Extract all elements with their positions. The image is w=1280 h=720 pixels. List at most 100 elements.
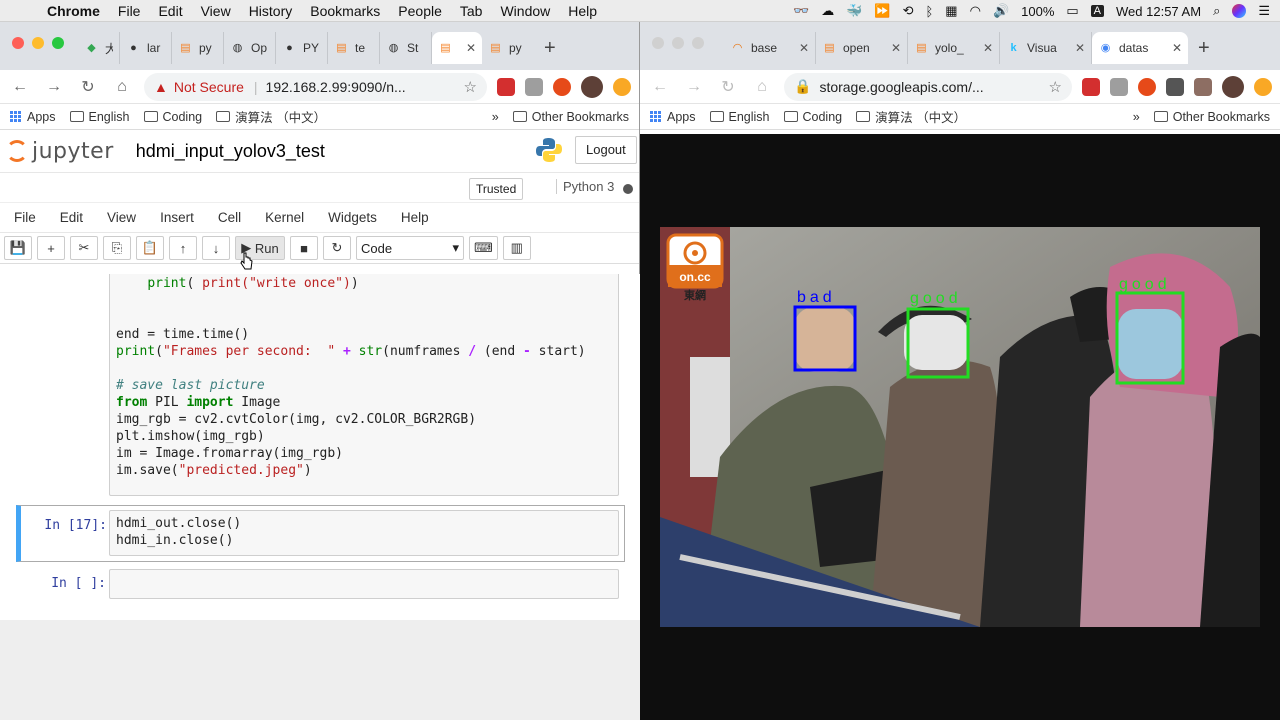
copy-button[interactable]: ⎘: [103, 236, 131, 260]
jmenu-edit[interactable]: Edit: [60, 210, 95, 225]
menu-app-name[interactable]: Chrome: [38, 3, 109, 19]
cell-input[interactable]: hdmi_out.close() hdmi_in.close(): [109, 510, 619, 556]
save-button[interactable]: 💾: [4, 236, 32, 260]
close-tab-icon[interactable]: ✕: [1172, 41, 1182, 55]
glasses-icon[interactable]: 👓: [793, 3, 809, 19]
bluetooth-icon[interactable]: ᛒ: [925, 4, 933, 19]
jmenu-view[interactable]: View: [107, 210, 148, 225]
chart-icon[interactable]: ▥: [502, 236, 531, 260]
tab[interactable]: ▤ py: [482, 32, 534, 64]
update-icon[interactable]: [1254, 77, 1272, 96]
home-icon[interactable]: ⌂: [110, 78, 134, 96]
code-cell[interactable]: print( print("write once")) end = time.t…: [16, 274, 625, 498]
trusted-badge[interactable]: Trusted: [469, 178, 524, 200]
update-icon[interactable]: [613, 77, 631, 96]
back-icon[interactable]: ←: [8, 78, 32, 96]
bookmark-algorithms[interactable]: 演算法 （中文）: [856, 107, 966, 126]
tab-active[interactable]: ▤ ✕: [432, 32, 482, 64]
logout-button[interactable]: Logout: [575, 136, 637, 164]
bookmark-apps[interactable]: Apps: [650, 110, 696, 124]
reload-icon[interactable]: ↻: [716, 77, 740, 97]
tab[interactable]: ▤ open ✕: [816, 32, 908, 64]
bookmark-algorithms[interactable]: 演算法 （中文）: [216, 107, 326, 126]
jmenu-widgets[interactable]: Widgets: [328, 210, 389, 225]
fast-forward-icon[interactable]: ⏩: [874, 3, 890, 19]
home-icon[interactable]: ⌂: [750, 78, 774, 96]
cell-type-select[interactable]: Code ▾: [356, 236, 464, 260]
tab[interactable]: ▤ py: [172, 32, 224, 64]
add-cell-button[interactable]: +: [37, 236, 65, 260]
extension-icon[interactable]: [497, 77, 515, 96]
cut-button[interactable]: ✂: [70, 236, 98, 260]
menu-edit[interactable]: Edit: [149, 3, 191, 19]
close-window-button[interactable]: [652, 37, 664, 49]
cell-input[interactable]: [109, 569, 619, 599]
extension-icon[interactable]: [1082, 77, 1100, 96]
zoom-window-button[interactable]: [52, 37, 64, 49]
battery-icon[interactable]: ▭: [1066, 3, 1078, 19]
tab[interactable]: ▤ yolo_ ✕: [908, 32, 1000, 64]
forward-icon[interactable]: →: [42, 78, 66, 96]
tab[interactable]: ● PY: [276, 32, 328, 64]
restart-button[interactable]: ↻: [323, 236, 351, 260]
jmenu-cell[interactable]: Cell: [218, 210, 253, 225]
extension-icon[interactable]: [525, 77, 543, 96]
tab[interactable]: ▤ te: [328, 32, 380, 64]
menu-help[interactable]: Help: [559, 3, 606, 19]
extension-icon[interactable]: [1194, 77, 1212, 96]
bookmark-english[interactable]: English: [69, 110, 130, 124]
code-cell-selected[interactable]: In [17]: hdmi_out.close() hdmi_in.close(…: [16, 505, 625, 562]
tab-active[interactable]: ◉ datas ✕: [1092, 32, 1188, 64]
bookmark-coding[interactable]: Coding: [143, 110, 202, 124]
menu-people[interactable]: People: [389, 3, 451, 19]
zoom-window-button[interactable]: [692, 37, 704, 49]
bookmark-star-icon[interactable]: ☆: [1049, 78, 1062, 96]
tab[interactable]: ◆大: [78, 32, 120, 64]
address-bar[interactable]: ▲ Not Secure | 192.168.2.99:9090/n... ☆: [144, 72, 487, 101]
interrupt-button[interactable]: ■: [290, 236, 318, 260]
menu-tab[interactable]: Tab: [451, 3, 492, 19]
siri-icon[interactable]: [1232, 4, 1247, 18]
new-tab-button[interactable]: +: [1198, 37, 1210, 60]
bookmark-english[interactable]: English: [709, 110, 770, 124]
wifi-icon[interactable]: ◠: [970, 3, 981, 19]
bookmark-other[interactable]: Other Bookmarks: [512, 110, 629, 124]
menu-bookmarks[interactable]: Bookmarks: [301, 3, 389, 19]
minimize-window-button[interactable]: [672, 37, 684, 49]
bookmark-apps[interactable]: Apps: [10, 110, 56, 124]
avatar[interactable]: [1222, 75, 1244, 98]
menu-window[interactable]: Window: [491, 3, 559, 19]
extension-icon[interactable]: [1166, 77, 1184, 96]
jmenu-file[interactable]: File: [14, 210, 48, 225]
docker-icon[interactable]: 🐳: [846, 3, 862, 19]
tab[interactable]: ● lar: [120, 32, 172, 64]
tab[interactable]: ◍ St: [380, 32, 432, 64]
menu-file[interactable]: File: [109, 3, 150, 19]
tab[interactable]: ◠ base ✕: [724, 32, 816, 64]
close-tab-icon[interactable]: ✕: [799, 41, 809, 55]
move-down-button[interactable]: ↓: [202, 236, 230, 260]
close-tab-icon[interactable]: ✕: [891, 41, 901, 55]
minimize-window-button[interactable]: [32, 37, 44, 49]
bookmark-star-icon[interactable]: ☆: [464, 78, 477, 96]
volume-icon[interactable]: 🔊: [993, 3, 1009, 19]
code-cell-empty[interactable]: In [ ]:: [16, 567, 625, 603]
clock[interactable]: Wed 12:57 AM: [1116, 4, 1201, 19]
menu-history[interactable]: History: [240, 3, 302, 19]
close-tab-icon[interactable]: ✕: [1075, 41, 1085, 55]
extension-icon[interactable]: [553, 77, 571, 96]
time-machine-icon[interactable]: ⟲: [903, 3, 914, 19]
bookmark-other[interactable]: Other Bookmarks: [1153, 110, 1270, 124]
tab[interactable]: ◍ Op: [224, 32, 276, 64]
bookmark-coding[interactable]: Coding: [783, 110, 842, 124]
move-up-button[interactable]: ↑: [169, 236, 197, 260]
jupyter-logo[interactable]: jupyter: [6, 139, 114, 164]
paste-button[interactable]: 📋: [136, 236, 164, 260]
extension-icon[interactable]: [1138, 77, 1156, 96]
spotlight-icon[interactable]: ⌕: [1213, 3, 1220, 19]
close-tab-icon[interactable]: ✕: [983, 41, 993, 55]
address-bar[interactable]: 🔒 storage.googleapis.com/... ☆: [784, 72, 1072, 101]
reload-icon[interactable]: ↻: [76, 77, 100, 97]
new-tab-button[interactable]: +: [544, 37, 556, 60]
cloud-upload-icon[interactable]: ☁: [821, 3, 834, 19]
